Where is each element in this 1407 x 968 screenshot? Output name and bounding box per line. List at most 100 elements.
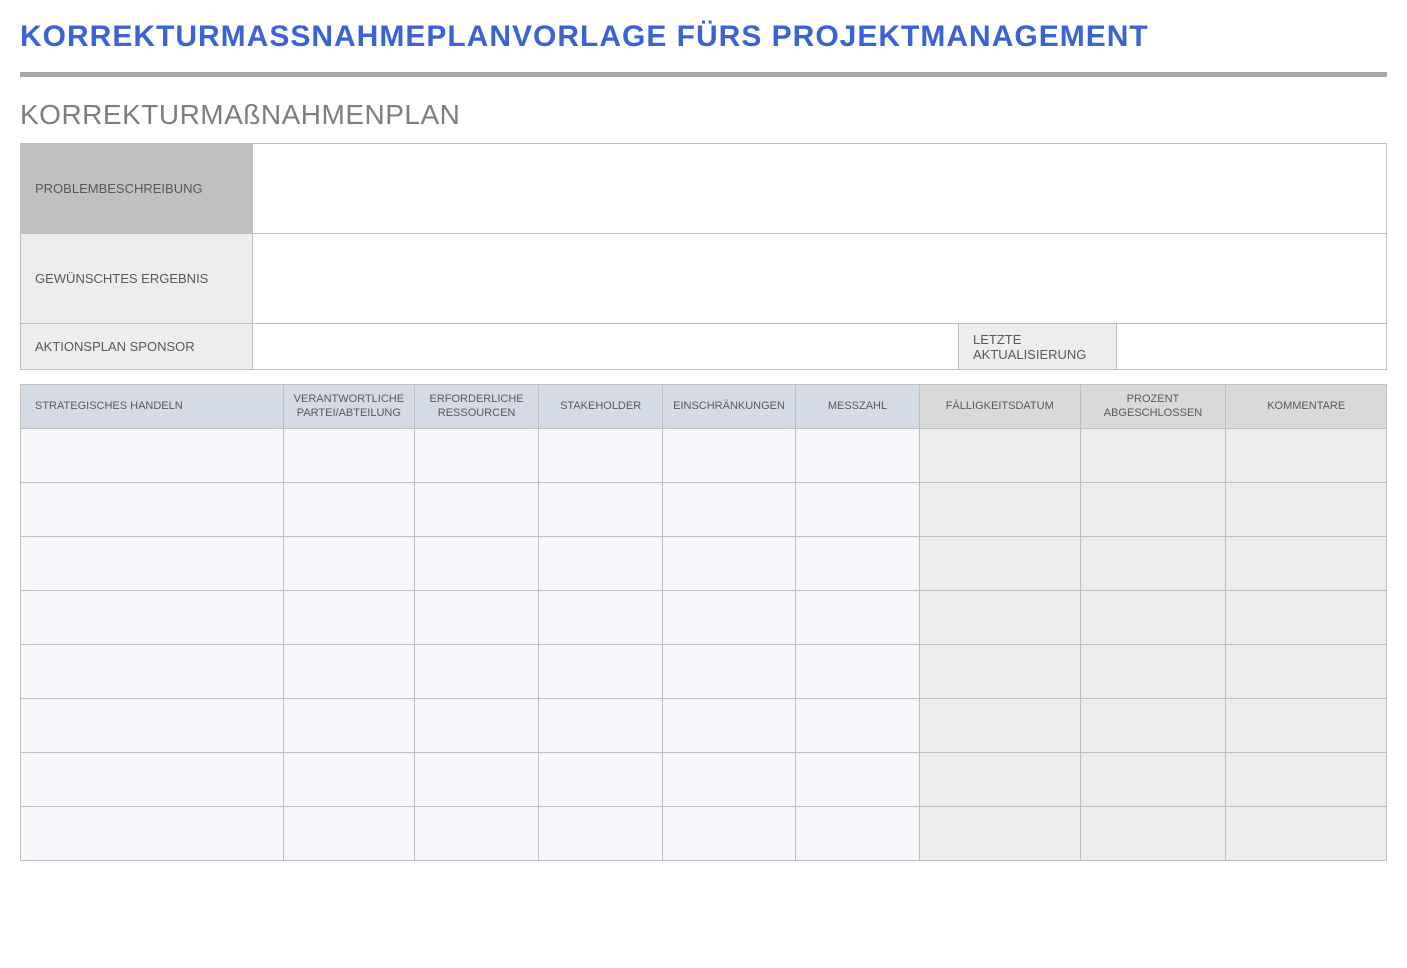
table-cell[interactable]	[415, 645, 539, 699]
table-cell[interactable]	[415, 699, 539, 753]
table-cell[interactable]	[919, 699, 1080, 753]
table-cell[interactable]	[415, 537, 539, 591]
table-cell[interactable]	[795, 753, 919, 807]
table-row	[21, 807, 1387, 861]
table-cell[interactable]	[919, 483, 1080, 537]
table-cell[interactable]	[1080, 807, 1226, 861]
table-cell[interactable]	[21, 753, 284, 807]
table-cell[interactable]	[663, 591, 796, 645]
table-cell[interactable]	[21, 483, 284, 537]
table-cell[interactable]	[663, 753, 796, 807]
table-cell[interactable]	[1080, 591, 1226, 645]
table-cell[interactable]	[283, 429, 414, 483]
table-cell[interactable]	[795, 645, 919, 699]
problem-description-label: PROBLEMBESCHREIBUNG	[21, 144, 253, 234]
table-cell[interactable]	[415, 807, 539, 861]
desired-result-value[interactable]	[253, 234, 1387, 324]
action-table: STRATEGISCHES HANDELN VERANTWORTLICHE PA…	[20, 384, 1387, 861]
table-cell[interactable]	[663, 483, 796, 537]
table-cell[interactable]	[1226, 753, 1387, 807]
page-title: KORREKTURMASSNAHMEPLANVORLAGE FÜRS PROJE…	[20, 20, 1387, 54]
action-table-header-row: STRATEGISCHES HANDELN VERANTWORTLICHE PA…	[21, 385, 1387, 429]
table-cell[interactable]	[663, 429, 796, 483]
table-cell[interactable]	[1080, 483, 1226, 537]
table-cell[interactable]	[1226, 483, 1387, 537]
table-cell[interactable]	[283, 753, 414, 807]
table-cell[interactable]	[795, 429, 919, 483]
col-header-stakeholder: STAKEHOLDER	[539, 385, 663, 429]
table-cell[interactable]	[795, 591, 919, 645]
table-cell[interactable]	[539, 645, 663, 699]
table-row	[21, 753, 1387, 807]
col-header-constraints: EINSCHRÄNKUNGEN	[663, 385, 796, 429]
table-cell[interactable]	[283, 537, 414, 591]
table-row	[21, 699, 1387, 753]
table-cell[interactable]	[1080, 753, 1226, 807]
table-cell[interactable]	[21, 537, 284, 591]
table-cell[interactable]	[1080, 537, 1226, 591]
table-cell[interactable]	[663, 699, 796, 753]
last-update-label: LETZTE AKTUALISIERUNG	[959, 324, 1117, 370]
action-plan-sponsor-value[interactable]	[253, 324, 959, 370]
col-header-percent-complete: PROZENT ABGESCHLOSSEN	[1080, 385, 1226, 429]
table-cell[interactable]	[1226, 807, 1387, 861]
table-cell[interactable]	[415, 753, 539, 807]
table-cell[interactable]	[539, 537, 663, 591]
col-header-comments: KOMMENTARE	[1226, 385, 1387, 429]
table-cell[interactable]	[539, 591, 663, 645]
table-cell[interactable]	[919, 429, 1080, 483]
table-cell[interactable]	[1226, 645, 1387, 699]
table-cell[interactable]	[539, 753, 663, 807]
table-cell[interactable]	[919, 753, 1080, 807]
table-cell[interactable]	[1080, 429, 1226, 483]
table-cell[interactable]	[795, 483, 919, 537]
table-cell[interactable]	[415, 429, 539, 483]
info-table: PROBLEMBESCHREIBUNG GEWÜNSCHTES ERGEBNIS…	[20, 143, 1387, 370]
table-row	[21, 537, 1387, 591]
col-header-responsible: VERANTWORTLICHE PARTEI/ABTEILUNG	[283, 385, 414, 429]
table-row	[21, 591, 1387, 645]
table-cell[interactable]	[795, 807, 919, 861]
table-cell[interactable]	[283, 699, 414, 753]
table-cell[interactable]	[283, 483, 414, 537]
action-table-body	[21, 429, 1387, 861]
table-cell[interactable]	[919, 807, 1080, 861]
table-cell[interactable]	[663, 645, 796, 699]
table-row	[21, 483, 1387, 537]
table-cell[interactable]	[283, 807, 414, 861]
table-cell[interactable]	[21, 591, 284, 645]
table-cell[interactable]	[1226, 699, 1387, 753]
table-cell[interactable]	[1080, 699, 1226, 753]
table-cell[interactable]	[919, 591, 1080, 645]
table-cell[interactable]	[283, 645, 414, 699]
col-header-resources: ERFORDERLICHE RESSOURCEN	[415, 385, 539, 429]
table-cell[interactable]	[539, 483, 663, 537]
table-cell[interactable]	[1226, 537, 1387, 591]
table-cell[interactable]	[21, 429, 284, 483]
table-cell[interactable]	[919, 645, 1080, 699]
table-cell[interactable]	[795, 537, 919, 591]
table-cell[interactable]	[1226, 429, 1387, 483]
table-cell[interactable]	[415, 591, 539, 645]
table-cell[interactable]	[795, 699, 919, 753]
problem-description-value[interactable]	[253, 144, 1387, 234]
table-cell[interactable]	[539, 699, 663, 753]
table-cell[interactable]	[663, 537, 796, 591]
title-divider	[20, 72, 1387, 77]
table-cell[interactable]	[21, 645, 284, 699]
table-cell[interactable]	[415, 483, 539, 537]
table-cell[interactable]	[663, 807, 796, 861]
col-header-strategic-action: STRATEGISCHES HANDELN	[21, 385, 284, 429]
table-cell[interactable]	[1226, 591, 1387, 645]
table-cell[interactable]	[539, 429, 663, 483]
table-cell[interactable]	[283, 591, 414, 645]
table-cell[interactable]	[21, 807, 284, 861]
table-cell[interactable]	[1080, 645, 1226, 699]
table-cell[interactable]	[21, 699, 284, 753]
last-update-value[interactable]	[1117, 324, 1387, 370]
col-header-metric: MESSZAHL	[795, 385, 919, 429]
table-cell[interactable]	[539, 807, 663, 861]
desired-result-label: GEWÜNSCHTES ERGEBNIS	[21, 234, 253, 324]
action-plan-sponsor-label: AKTIONSPLAN SPONSOR	[21, 324, 253, 370]
table-cell[interactable]	[919, 537, 1080, 591]
